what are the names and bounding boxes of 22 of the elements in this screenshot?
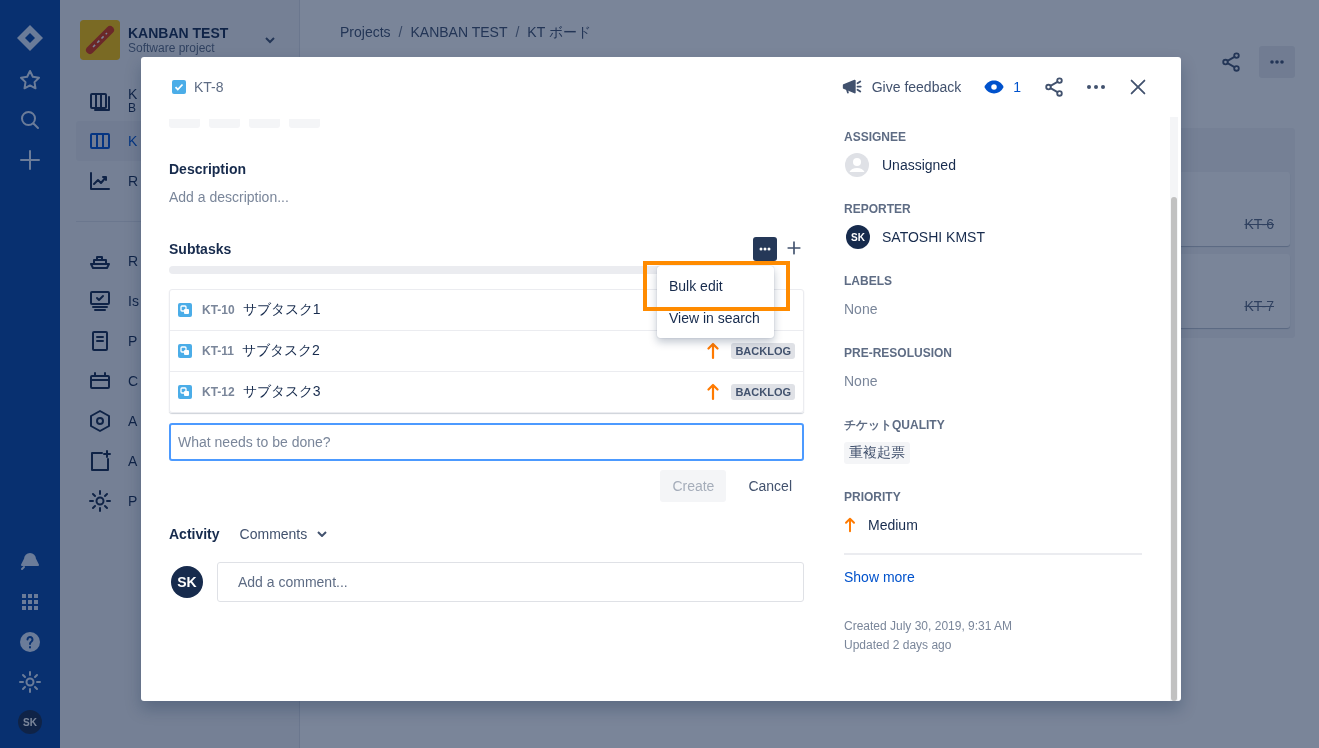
- section-heading: Activity: [169, 525, 220, 544]
- field-label: LABELS: [844, 273, 893, 289]
- section-heading: Subtasks: [169, 240, 232, 259]
- issue-key: KT-7: [1244, 298, 1274, 314]
- field-label: REPORTER: [844, 201, 912, 217]
- user-avatar: SK: [846, 225, 870, 249]
- field-label: PRIORITY: [844, 489, 902, 505]
- subtask-summary: サブタスク1: [242, 301, 321, 319]
- breadcrumb-separator: /: [515, 23, 520, 42]
- project-name: KANBAN TEST: [128, 25, 229, 41]
- field-label: PRE-RESOLUSION: [844, 345, 953, 361]
- issue-key: KT-6: [1244, 216, 1274, 232]
- section-heading: Description: [169, 160, 247, 179]
- field-label: チケットQUALITY: [844, 417, 946, 433]
- created-date: Created July 30, 2019, 9:31 AM: [844, 618, 1014, 634]
- project-type: Software project: [128, 41, 216, 55]
- subtask-summary: サブタスク3: [242, 383, 321, 401]
- breadcrumb-separator: /: [398, 23, 403, 42]
- updated-date: Updated 2 days ago: [844, 637, 953, 654]
- field-label: ASSIGNEE: [844, 129, 907, 145]
- user-avatar: SK: [171, 566, 203, 598]
- subtask-summary: サブタスク2: [242, 342, 320, 360]
